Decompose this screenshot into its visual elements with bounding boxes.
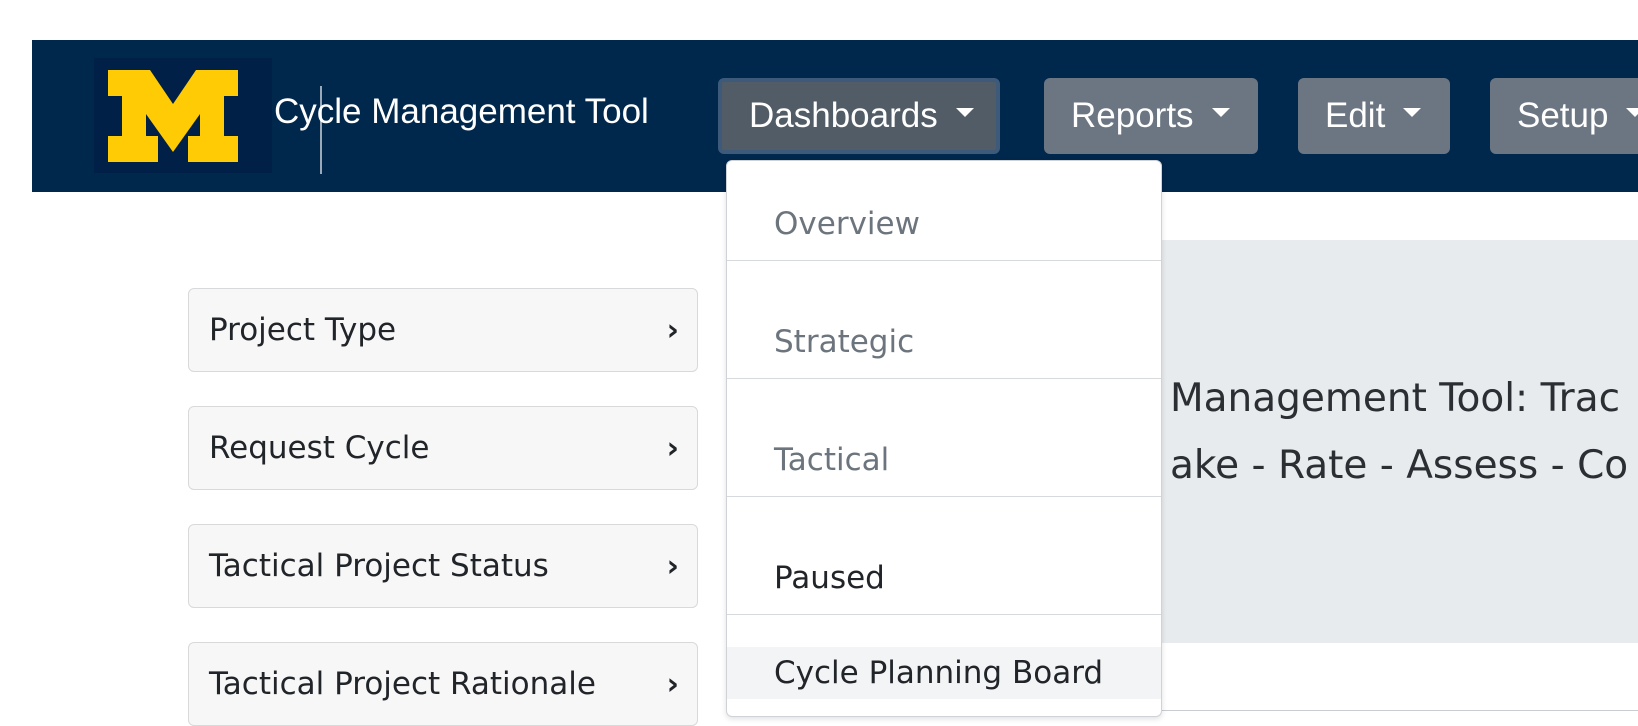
chevron-right-icon: › [666, 667, 679, 702]
dropdown-divider [727, 260, 1161, 261]
sidebar-item-request-cycle[interactable]: Request Cycle › [188, 406, 698, 490]
block-m-logo-icon [108, 70, 238, 162]
welcome-jumbotron: Management Tool: Trac ake - Rate - Asses… [1158, 240, 1638, 643]
dashboards-label: Dashboards [749, 96, 938, 135]
sidebar-item-label: Project Type [209, 312, 397, 348]
caret-down-icon [1403, 107, 1422, 117]
edit-label: Edit [1325, 96, 1386, 135]
chevron-right-icon: › [666, 313, 679, 348]
app-title[interactable]: Cycle Management Tool [274, 92, 649, 132]
reports-menu-button[interactable]: Reports [1044, 78, 1258, 154]
welcome-heading: Management Tool: Trac [1170, 376, 1621, 421]
caret-down-icon [1626, 107, 1638, 117]
sidebar-item-tactical-project-status[interactable]: Tactical Project Status › [188, 524, 698, 608]
caret-down-icon [955, 107, 974, 117]
divider [1148, 710, 1638, 711]
dropdown-divider [727, 378, 1161, 379]
chevron-right-icon: › [666, 431, 679, 466]
dropdown-item-cycle-planning-board[interactable]: Cycle Planning Board [727, 647, 1161, 699]
dropdown-item-tactical[interactable]: Tactical [727, 401, 1161, 518]
dropdown-divider [727, 496, 1161, 497]
sidebar-item-tactical-project-rationale[interactable]: Tactical Project Rationale › [188, 642, 698, 726]
dashboards-dropdown-menu: Overview Strategic Tactical Paused Cycle… [726, 160, 1162, 717]
chevron-right-icon: › [666, 549, 679, 584]
sidebar-item-label: Request Cycle [209, 430, 430, 466]
welcome-subheading: ake - Rate - Assess - Co [1170, 443, 1629, 488]
sidebar-item-label: Tactical Project Rationale [209, 666, 596, 702]
sidebar-item-project-type[interactable]: Project Type › [188, 288, 698, 372]
dashboards-menu-button[interactable]: Dashboards [718, 78, 1000, 154]
edit-menu-button[interactable]: Edit [1298, 78, 1450, 154]
dropdown-item-strategic[interactable]: Strategic [727, 283, 1161, 400]
setup-menu-button[interactable]: Setup [1490, 78, 1638, 154]
setup-label: Setup [1517, 96, 1609, 135]
dropdown-divider [727, 614, 1161, 615]
dropdown-item-overview[interactable]: Overview [727, 165, 1161, 282]
brand-logo[interactable] [94, 58, 322, 174]
dropdown-item-paused[interactable]: Paused [727, 519, 1161, 636]
reports-label: Reports [1071, 96, 1194, 135]
caret-down-icon [1211, 107, 1230, 117]
sidebar-item-label: Tactical Project Status [209, 548, 549, 584]
